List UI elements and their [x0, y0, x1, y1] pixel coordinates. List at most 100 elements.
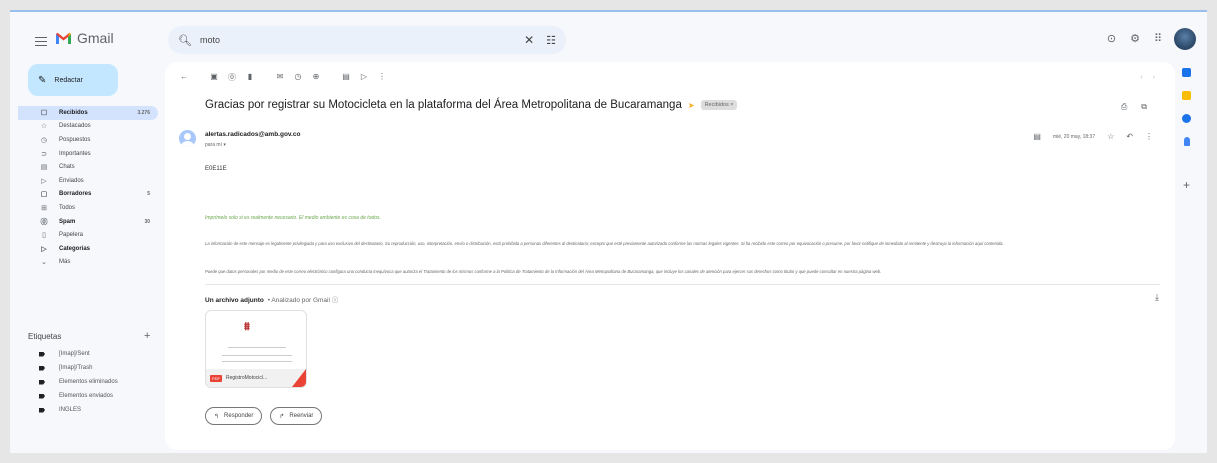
pencil-icon: ✎	[38, 74, 47, 86]
label-name: Elementos enviados	[59, 393, 114, 399]
label-item[interactable]: [Imap]/Sent	[18, 347, 158, 361]
email-body-code: E0E11E	[205, 166, 227, 172]
gmail-window: Gmail 🔍︎ moto ✕ ☷ ⊙ ⚙ ⠿ ✎ Redactar ☐ Reci…	[10, 10, 1207, 453]
label-item[interactable]: Elementos eliminados	[18, 375, 158, 389]
search-input[interactable]: moto	[200, 35, 524, 45]
move-to-icon[interactable]: ▤	[337, 72, 355, 83]
nav-drafts[interactable]: ▢ Borradores 5	[18, 188, 158, 202]
nav-categories[interactable]: ▷ Categorías	[18, 242, 158, 256]
nav-trash-icon: ▯	[42, 232, 46, 240]
nav-more-icon: ⌄	[41, 259, 47, 267]
archive-icon[interactable]: ▣	[205, 72, 223, 83]
contacts-icon[interactable]	[1183, 137, 1190, 146]
sender-address[interactable]: alertas.radicados@amb.gov.co	[205, 131, 300, 138]
nav-inbox-icon: ☐	[40, 109, 48, 117]
header-actions: ⊙ ⚙ ⠿	[1107, 32, 1162, 45]
nav-spam[interactable]: ⓪ Spam 30	[18, 215, 158, 229]
add-label-icon[interactable]: +	[144, 330, 150, 342]
nav-important[interactable]: ⊃ Importantes	[18, 147, 158, 161]
attachment-indicator-icon: ▤	[1033, 132, 1041, 141]
star-icon[interactable]: ☆	[1107, 132, 1114, 141]
nav-categories-icon: ▷	[41, 245, 47, 253]
nav-all-icon: ⊞	[41, 204, 47, 212]
search-bar[interactable]: 🔍︎ moto ✕ ☷	[168, 26, 566, 54]
label-tag-icon	[39, 365, 45, 371]
keep-icon[interactable]	[1182, 91, 1191, 100]
inbox-label-badge[interactable]: Recibidos ×	[700, 100, 738, 110]
forward-button[interactable]: ↱ Reenviar	[270, 407, 323, 425]
compose-button[interactable]: ✎ Redactar	[28, 64, 118, 96]
print-icon[interactable]: ⎙	[1121, 102, 1127, 112]
preview-line	[228, 347, 286, 348]
account-avatar[interactable]	[1174, 28, 1196, 50]
apps-grid-icon[interactable]: ⠿	[1154, 32, 1162, 45]
pager: ‹ ›	[1140, 74, 1155, 81]
calendar-icon[interactable]	[1182, 68, 1191, 77]
message-date: mié, 20 may, 18:37	[1052, 133, 1096, 140]
reply-label: Responder	[224, 413, 254, 419]
get-addons-icon[interactable]: +	[1183, 178, 1190, 192]
add-task-icon[interactable]: ⊕	[307, 72, 325, 83]
nav-starred[interactable]: ☆ Destacados	[18, 120, 158, 134]
settings-icon[interactable]: ⚙	[1130, 32, 1140, 45]
attachment-filename: RegistroMotocicl...	[226, 375, 268, 381]
open-new-window-icon[interactable]: ⧉	[1141, 102, 1147, 112]
next-page-icon[interactable]: ›	[1153, 74, 1155, 81]
nav-inbox[interactable]: ☐ Recibidos 3.276	[18, 106, 158, 120]
gmail-m-icon	[55, 31, 72, 45]
nav-chats[interactable]: ▤ Chats	[18, 160, 158, 174]
forward-arrow-icon: ↱	[279, 413, 285, 420]
help-icon[interactable]: ⊙	[1107, 32, 1116, 45]
forward-label: Reenviar	[289, 413, 314, 419]
main-menu-icon[interactable]	[35, 37, 47, 46]
sender-avatar	[179, 130, 196, 147]
preview-line	[222, 361, 292, 362]
nav-label: Enviados	[59, 177, 84, 184]
label-icon[interactable]: ▷	[355, 72, 373, 83]
label-item[interactable]: Elementos enviados	[18, 389, 158, 403]
label-name: [Imap]/Trash	[59, 365, 93, 371]
reply-button[interactable]: ↰ Responder	[205, 407, 263, 425]
download-all-icon[interactable]: ⤓	[1155, 292, 1159, 303]
nav-trash[interactable]: ▯ Papelera	[18, 228, 158, 242]
prev-page-icon[interactable]: ‹	[1140, 74, 1142, 81]
clear-search-icon[interactable]: ✕	[524, 33, 534, 47]
back-icon[interactable]: ←	[175, 72, 193, 83]
search-options-icon[interactable]: ☷	[546, 34, 556, 47]
more-options-icon[interactable]: ⋮	[373, 72, 391, 83]
nav-all[interactable]: ⊞ Todos	[18, 201, 158, 215]
search-icon[interactable]: 🔍︎	[178, 34, 192, 47]
report-spam-icon[interactable]: ⓪	[223, 72, 241, 83]
message-more-icon[interactable]: ⋮	[1145, 132, 1153, 141]
label-item[interactable]: [Imap]/Trash	[18, 361, 158, 375]
nav-label: Importantes	[59, 150, 91, 157]
side-panel-rail: +	[1182, 68, 1191, 192]
analyzed-by-gmail: • Analizado por Gmail ⓘ	[267, 297, 339, 304]
nav-more[interactable]: ⌄ Más	[18, 256, 158, 270]
reply-actions: ↰ Responder ↱ Reenviar	[205, 407, 323, 425]
attachment-card[interactable]: ⩩ PDF RegistroMotocicl...	[205, 310, 307, 388]
nav-label: Chats	[59, 164, 75, 171]
snooze-icon[interactable]: ◷	[289, 72, 307, 83]
nav-snoozed[interactable]: ◷ Pospuestos	[18, 133, 158, 147]
message-toolbar: ← ▣ ⓪ ▮ ✉ ◷ ⊕ ▤ ▷ ⋮	[175, 72, 391, 83]
label-name: INGLES	[59, 407, 82, 413]
nav-sent[interactable]: ▷ Enviados	[18, 174, 158, 188]
reply-arrow-icon: ↰	[214, 413, 220, 420]
tasks-icon[interactable]	[1182, 114, 1191, 123]
attachments-header: Un archivo adjunto • Analizado por Gmail…	[205, 294, 338, 304]
mark-unread-icon[interactable]: ✉	[271, 72, 289, 83]
important-marker-icon[interactable]: ➤	[688, 101, 695, 110]
reply-icon[interactable]: ↶	[1126, 132, 1133, 141]
label-item[interactable]: INGLES	[18, 403, 158, 417]
attachment-corner-fold	[292, 369, 306, 387]
label-tag-icon	[39, 393, 45, 399]
recipient-details[interactable]: para mí ▾	[205, 142, 226, 148]
nav-important-icon: ⊃	[41, 150, 47, 158]
data-policy-notice: Puede que datos personales por medio de …	[205, 269, 882, 274]
delete-icon[interactable]: ▮	[241, 72, 259, 83]
message-pane: ← ▣ ⓪ ▮ ✉ ◷ ⊕ ▤ ▷ ⋮ ‹ › Gracias por regi…	[165, 62, 1175, 450]
nav-chats-icon: ▤	[40, 164, 48, 172]
gmail-logo[interactable]: Gmail	[55, 30, 114, 46]
nav-count: 30	[144, 218, 150, 225]
